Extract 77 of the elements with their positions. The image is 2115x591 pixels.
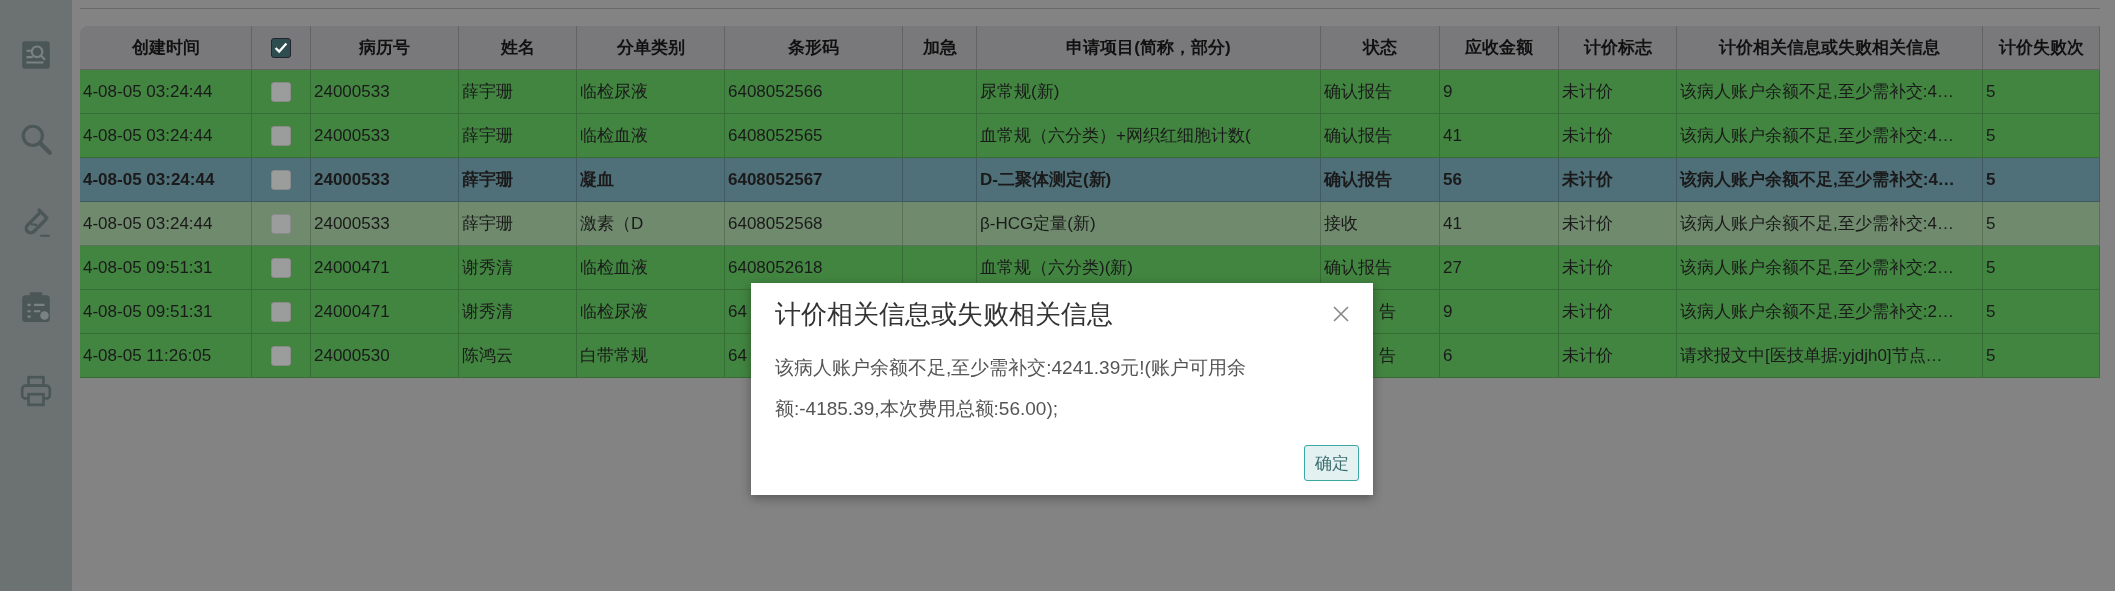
table-cell-text: 未计价 <box>1562 213 1613 235</box>
table-cell-text: 未计价 <box>1562 301 1613 323</box>
table-cell-text: 该病人账户余额不足,至少需补交:4… <box>1680 81 1954 103</box>
table-cell: 24000533 <box>314 213 390 234</box>
table-cell-text: 确认报告 <box>1324 125 1392 147</box>
table-cell: 5 <box>1986 81 1996 102</box>
table-cell-text: β-HCG定量(新) <box>980 213 1096 235</box>
table-cell: 4-08-05 03:24:44 <box>83 81 213 102</box>
table-cell-text: 该病人账户余额不足,至少需补交:2… <box>1680 257 1954 279</box>
table-cell: 27 <box>1443 257 1462 278</box>
table-cell-text: 血常规（六分类）+网织红细胞计数( <box>980 125 1251 147</box>
table-cell: 9 <box>1443 301 1453 322</box>
table-cell: 6408052567 <box>728 169 823 190</box>
table-cell-text: 未计价 <box>1562 125 1613 147</box>
table-cell-text: 确认报告 <box>1324 81 1392 103</box>
table-cell-text: 谢秀清 <box>462 301 513 323</box>
table-cell-text: 薛宇珊 <box>462 169 513 191</box>
table-cell-text: 确认报告 <box>1324 169 1392 191</box>
table-cell: 4-08-05 09:51:31 <box>83 301 213 322</box>
table-cell: 41 <box>1443 213 1462 234</box>
table-cell-text: 未计价 <box>1562 169 1613 191</box>
table-cell: 5 <box>1986 301 1996 322</box>
table-cell-text: 请求报文中[医技单据:yjdjh0]节点… <box>1680 345 1943 367</box>
table-cell-text: 谢秀清 <box>462 257 513 279</box>
table-cell-text: 尿常规(新) <box>980 81 1060 103</box>
table-cell: 4-08-05 03:24:44 <box>83 169 215 190</box>
table-cell: 4-08-05 11:26:05 <box>83 345 212 366</box>
table-cell-text: 薛宇珊 <box>462 125 513 147</box>
table-cell-text: 接收 <box>1324 213 1358 235</box>
dialog-message: 该病人账户余额不足,至少需补交:4241.39元!(账户可用余额:-4185.39,本次费用总额:56.00); <box>775 356 1247 421</box>
table-cell: 9 <box>1443 81 1453 102</box>
table-cell: 41 <box>1443 125 1462 146</box>
table-cell-text: D-二聚体测定(新) <box>980 169 1112 191</box>
table-cell: 5 <box>1986 213 1996 234</box>
table-cell-text: 临检血液 <box>580 257 648 279</box>
table-cell-text: 确认报告 <box>1324 257 1392 279</box>
table-cell: 64 <box>728 345 747 366</box>
table-cell-text: 该病人账户余额不足,至少需补交:4… <box>1680 125 1954 147</box>
table-cell-text: 血常规（六分类)(新) <box>980 257 1133 279</box>
table-cell: 24000530 <box>314 345 390 366</box>
table-cell-text: 凝血 <box>580 169 614 191</box>
table-cell: 5 <box>1986 257 1996 278</box>
table-cell: 5 <box>1986 345 1996 366</box>
table-cell-text: 薛宇珊 <box>462 81 513 103</box>
table-cell-text: 白带常规 <box>580 345 648 367</box>
table-cell-text: 该病人账户余额不足,至少需补交:4… <box>1680 169 1955 191</box>
table-cell-text: 该病人账户余额不足,至少需补交:2… <box>1680 301 1954 323</box>
table-cell: 6 <box>1443 345 1453 366</box>
table-cell: 4-08-05 03:24:44 <box>83 125 213 146</box>
table-cell: 24000533 <box>314 81 390 102</box>
table-cell: 6408052565 <box>728 125 823 146</box>
table-cell-text: 陈鸿云 <box>462 345 513 367</box>
table-cell-text: 未计价 <box>1562 345 1613 367</box>
table-cell-text: 临检尿液 <box>580 301 648 323</box>
table-cell-text: 激素（D <box>580 213 644 235</box>
table-cell: 6408052566 <box>728 81 823 102</box>
table-cell-text: 临检血液 <box>580 125 648 147</box>
table-cell: 4-08-05 03:24:44 <box>83 213 213 234</box>
dialog-title: 计价相关信息或失败相关信息 <box>775 297 1113 331</box>
table-cell-text: 该病人账户余额不足,至少需补交:4… <box>1680 213 1954 235</box>
table-cell: 64 <box>728 301 747 322</box>
table-cell: 5 <box>1986 169 1996 190</box>
table-cell-text: 告 <box>1379 345 1396 367</box>
table-cell: 6408052568 <box>728 213 823 234</box>
table-cell: 24000533 <box>314 125 390 146</box>
table-cell: 56 <box>1443 169 1462 190</box>
table-cell: 6408052618 <box>728 257 823 278</box>
table-cell: 5 <box>1986 125 1996 146</box>
table-cell: 4-08-05 09:51:31 <box>83 257 213 278</box>
table-cell-text: 告 <box>1379 301 1396 323</box>
table-cell-text: 临检尿液 <box>580 81 648 103</box>
table-cell: 24000533 <box>314 169 390 190</box>
table-cell: 24000471 <box>314 257 390 278</box>
table-cell-text: 薛宇珊 <box>462 213 513 235</box>
table-cell-text: 未计价 <box>1562 81 1613 103</box>
table-cell-text: 未计价 <box>1562 257 1613 279</box>
table-cell: 24000471 <box>314 301 390 322</box>
